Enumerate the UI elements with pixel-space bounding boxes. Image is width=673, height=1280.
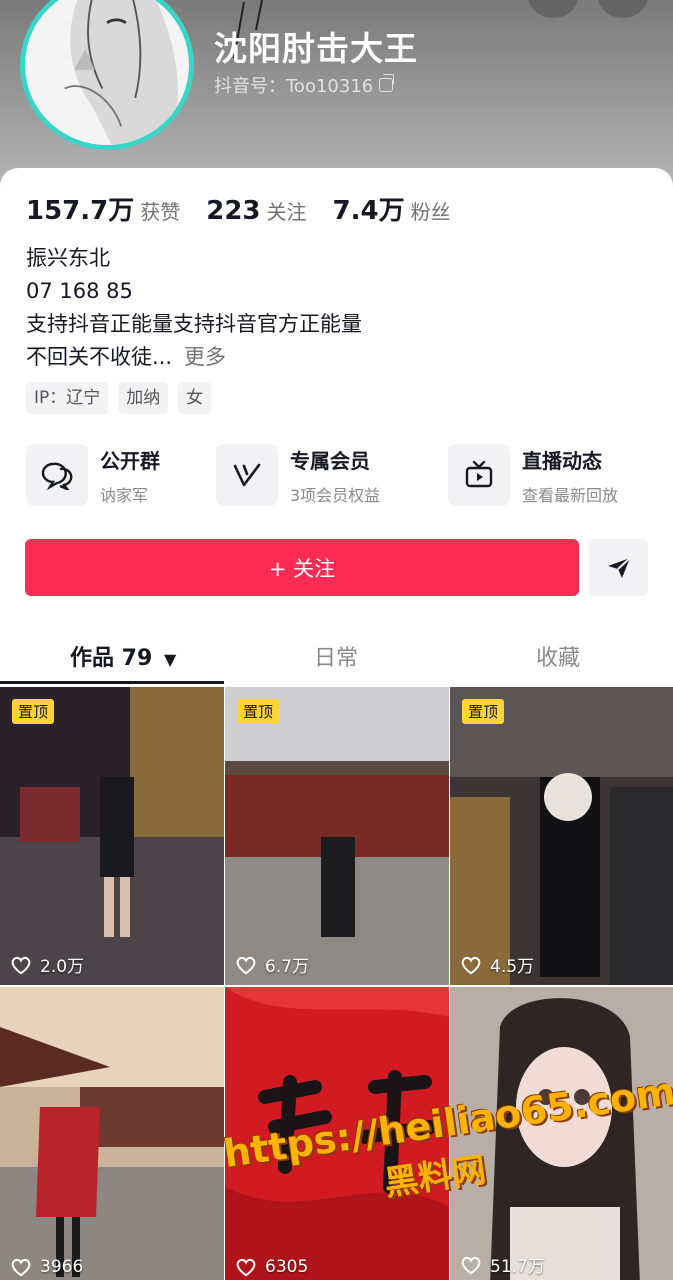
chat-bubbles-icon bbox=[26, 444, 88, 506]
search-icon[interactable] bbox=[528, 0, 578, 18]
pinned-badge: 置顶 bbox=[237, 699, 280, 724]
like-count-text: 51.7万 bbox=[490, 1257, 545, 1277]
video-thumbnail[interactable]: 置顶 4.5万 bbox=[450, 687, 673, 985]
stat-following-num: 223 bbox=[206, 196, 261, 226]
v-badge-icon bbox=[216, 444, 278, 506]
like-count-text: 2.0万 bbox=[40, 957, 85, 977]
like-count: 2.0万 bbox=[10, 952, 84, 977]
tab-daily[interactable]: 日常 bbox=[314, 640, 358, 672]
feature-subtitle: 查看最新回放 bbox=[522, 485, 619, 505]
gender-tag: 女 bbox=[178, 382, 212, 414]
heart-icon bbox=[461, 1256, 481, 1274]
like-count-text: 6305 bbox=[265, 1257, 309, 1277]
follow-button[interactable]: + 关注 bbox=[25, 539, 579, 596]
video-thumbnail[interactable]: 置顶 6.7万 bbox=[225, 687, 449, 985]
heart-icon bbox=[461, 956, 481, 974]
bio-line: 支持抖音正能量支持抖音官方正能量 bbox=[26, 312, 362, 336]
feature-row: 公开群 讷家军 专属会员 3项会员权益 直播动态 查看最新回放 bbox=[26, 444, 656, 510]
like-count: 4.5万 bbox=[460, 952, 534, 977]
tab-works[interactable]: 作品 79 ▼ bbox=[70, 640, 176, 672]
feature-membership[interactable]: 专属会员 3项会员权益 bbox=[216, 444, 380, 506]
like-count-text: 4.5万 bbox=[490, 957, 535, 977]
pinned-badge: 置顶 bbox=[462, 699, 505, 724]
stat-followers[interactable]: 7.4万 粉丝 bbox=[333, 190, 451, 227]
caret-down-icon: ▼ bbox=[163, 650, 177, 669]
bio-more-link[interactable]: 更多 bbox=[184, 345, 226, 369]
stat-followers-label: 粉丝 bbox=[410, 200, 451, 224]
stat-likes-num: 157.7万 bbox=[26, 196, 135, 226]
send-icon bbox=[607, 556, 631, 578]
stat-likes[interactable]: 157.7万 获赞 bbox=[26, 190, 180, 227]
feature-title: 专属会员 bbox=[290, 448, 370, 473]
feature-title: 直播动态 bbox=[522, 448, 602, 473]
bio-line-text: 不回关不收徒... bbox=[26, 345, 173, 369]
copy-icon[interactable] bbox=[379, 74, 395, 92]
video-thumbnail[interactable]: 置顶 2.0万 bbox=[0, 687, 224, 985]
tv-icon bbox=[448, 444, 510, 506]
tags-row: IP：辽宁 加纳 女 bbox=[26, 382, 221, 414]
bio-line: 不回关不收徒... 更多 bbox=[26, 341, 362, 374]
stat-following-label: 关注 bbox=[266, 200, 307, 224]
send-message-button[interactable] bbox=[589, 539, 648, 596]
ip-tag: IP：辽宁 bbox=[26, 382, 109, 414]
feature-live-updates[interactable]: 直播动态 查看最新回放 bbox=[448, 444, 618, 506]
stat-likes-label: 获赞 bbox=[140, 200, 181, 224]
feature-subtitle: 3项会员权益 bbox=[290, 485, 381, 505]
nickname: 沈阳肘击大王 bbox=[214, 29, 418, 68]
stats-row: 157.7万 获赞 223 关注 7.4万 粉丝 bbox=[26, 190, 477, 227]
feature-public-group[interactable]: 公开群 讷家军 bbox=[26, 444, 160, 506]
bio: 振兴东北 07 168 85 支持抖音正能量支持抖音官方正能量 不回关不收徒..… bbox=[26, 242, 362, 374]
like-count: 3966 bbox=[10, 1257, 83, 1277]
avatar[interactable] bbox=[20, 0, 194, 150]
feature-subtitle: 讷家军 bbox=[100, 485, 149, 505]
content-tabs: 作品 79 ▼ 日常 收藏 bbox=[0, 628, 673, 686]
stat-followers-num: 7.4万 bbox=[332, 196, 405, 226]
heart-icon bbox=[11, 956, 31, 974]
feature-title: 公开群 bbox=[100, 448, 160, 473]
account-id[interactable]: 抖音号：Too10316 bbox=[214, 72, 395, 98]
like-count-text: 3966 bbox=[40, 1257, 84, 1277]
location-tag: 加纳 bbox=[118, 382, 169, 414]
stat-following[interactable]: 223 关注 bbox=[206, 196, 306, 226]
bio-line: 振兴东北 bbox=[26, 246, 110, 270]
like-count-text: 6.7万 bbox=[265, 957, 310, 977]
video-thumbnail[interactable]: 3966 bbox=[0, 987, 224, 1280]
pinned-badge: 置顶 bbox=[12, 699, 55, 724]
more-icon[interactable] bbox=[598, 0, 648, 18]
tab-favorites[interactable]: 收藏 bbox=[536, 640, 580, 672]
like-count: 51.7万 bbox=[460, 1252, 545, 1277]
heart-icon bbox=[236, 956, 256, 974]
bio-line: 07 168 85 bbox=[26, 279, 133, 303]
tab-works-label: 作品 79 bbox=[70, 646, 153, 671]
account-id-text: 抖音号：Too10316 bbox=[214, 76, 374, 97]
like-count: 6.7万 bbox=[235, 952, 309, 977]
heart-icon bbox=[11, 1258, 31, 1277]
active-tab-indicator bbox=[0, 681, 224, 684]
